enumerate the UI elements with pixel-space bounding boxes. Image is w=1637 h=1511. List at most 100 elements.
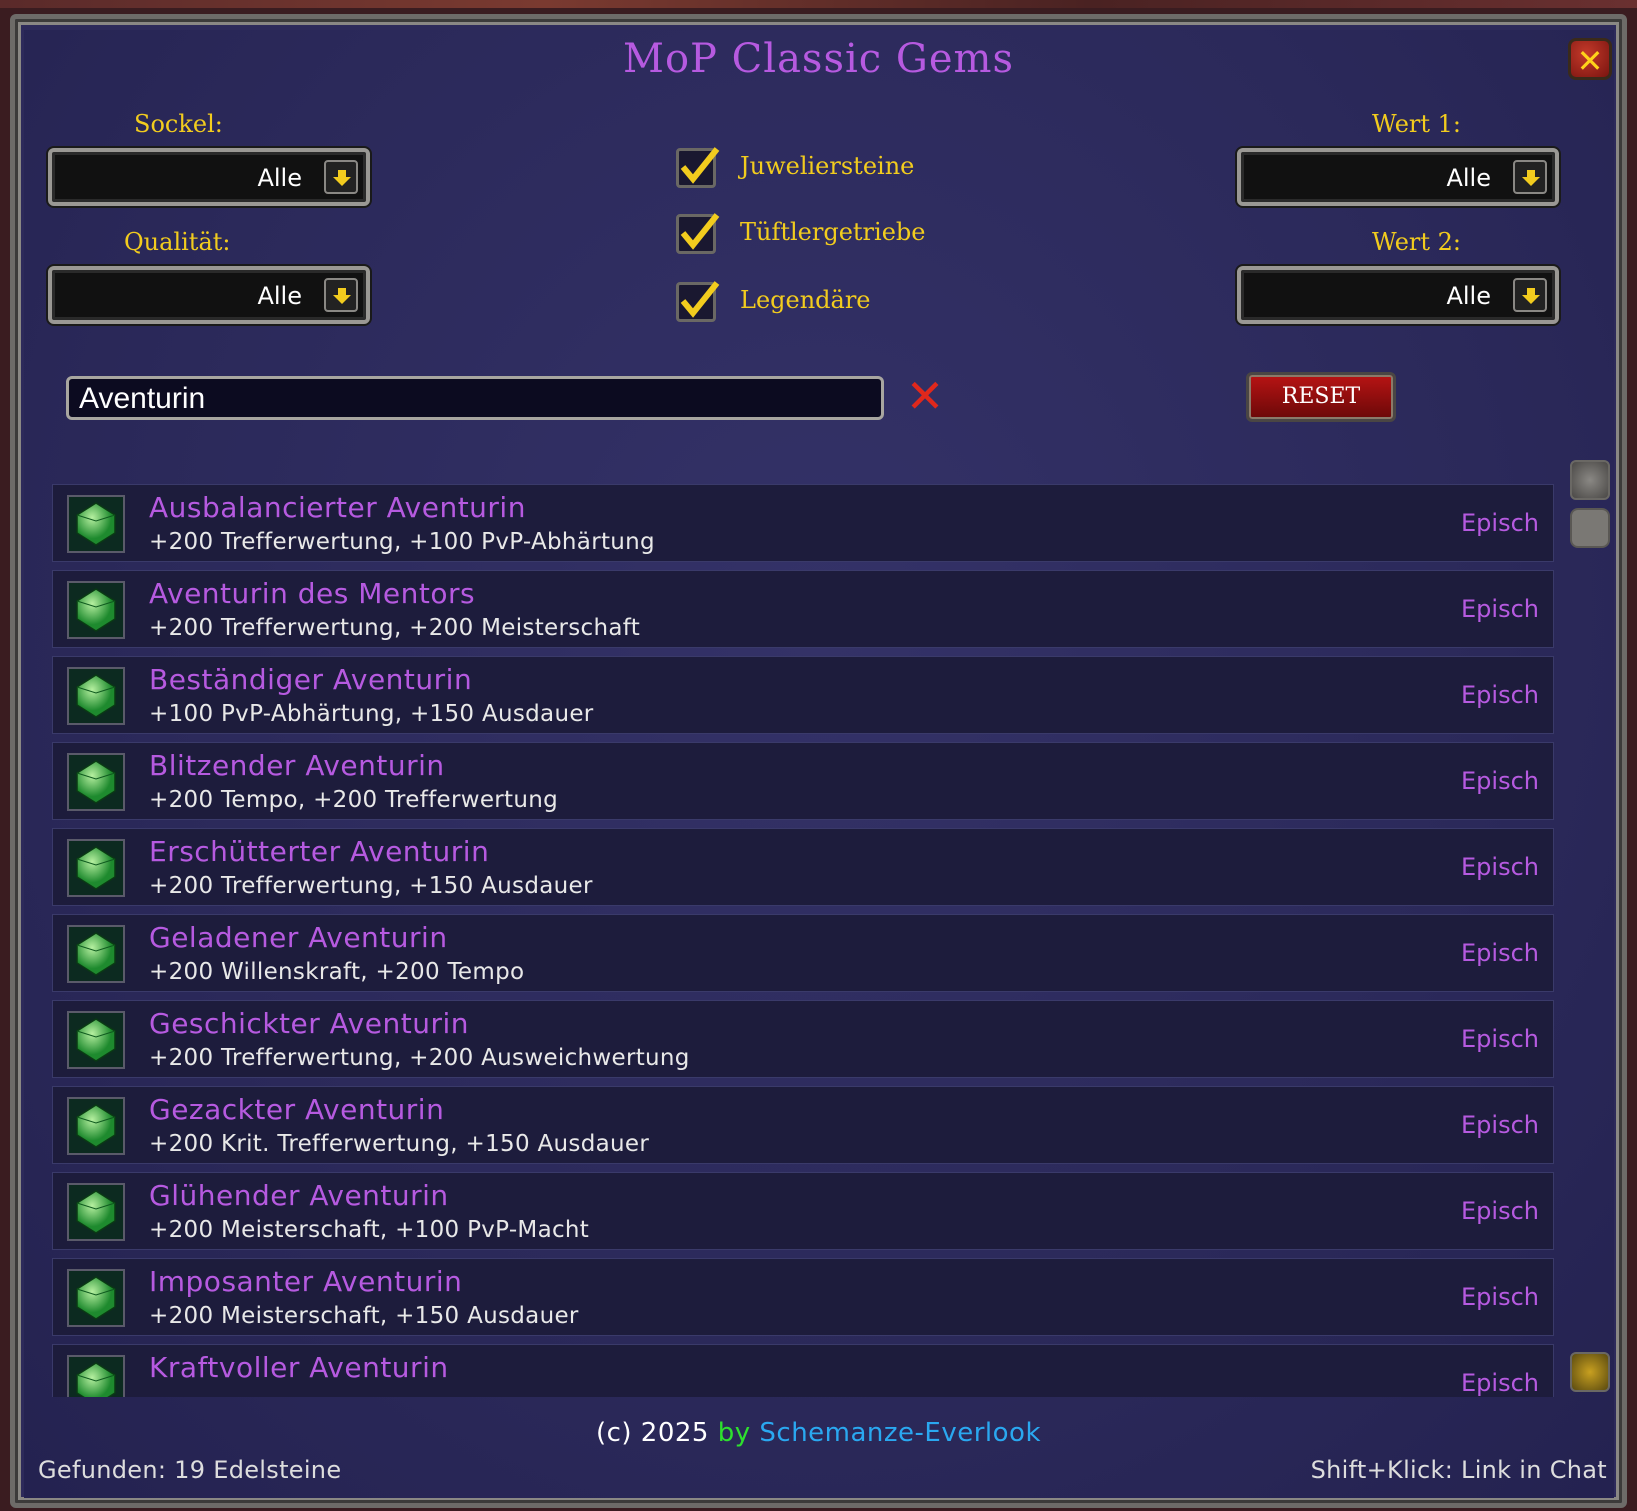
wert2-label: Wert 2: (1372, 228, 1462, 256)
arrow-down-icon (333, 170, 351, 186)
gem-name: Geschickter Aventurin (149, 1007, 469, 1040)
gem-stats: +200 Trefferwertung, +200 Meisterschaft (149, 615, 641, 641)
gem-name: Glühender Aventurin (149, 1179, 449, 1212)
found-count: Gefunden: 19 Edelsteine (38, 1456, 342, 1484)
checkbox-label-juweliersteine: Juweliersteine (740, 152, 915, 180)
gem-row[interactable]: Geschickter Aventurin +200 Trefferwertung… (52, 1000, 1554, 1078)
gem-quality: Episch (1461, 681, 1539, 709)
gem-row[interactable]: Kraftvoller Aventurin Episch (52, 1344, 1554, 1397)
gem-name: Aventurin des Mentors (149, 577, 476, 610)
wert2-dropdown[interactable]: Alle (1237, 266, 1559, 324)
checkbox-legendaere[interactable] (676, 281, 720, 322)
scroll-up-button[interactable] (1570, 460, 1610, 500)
wert2-dropdown-arrow[interactable] (1513, 278, 1547, 312)
gem-row[interactable]: Gezackter Aventurin +200 Krit. Trefferwer… (52, 1086, 1554, 1164)
gem-stats: +200 Tempo, +200 Trefferwertung (149, 787, 559, 813)
gem-icon (67, 925, 125, 983)
wert1-dropdown[interactable]: Alle (1237, 148, 1559, 206)
gem-name: Imposanter Aventurin (149, 1265, 463, 1298)
wert1-dropdown-arrow[interactable] (1513, 160, 1547, 194)
gem-icon (67, 753, 125, 811)
gem-name: Kraftvoller Aventurin (149, 1351, 449, 1384)
gem-quality: Episch (1461, 1283, 1539, 1311)
close-icon: ✕ (1576, 42, 1604, 80)
gem-quality: Episch (1461, 1111, 1539, 1139)
arrow-down-icon (333, 288, 351, 304)
gem-icon (67, 1097, 125, 1155)
qualitaet-value: Alle (257, 282, 302, 310)
gem-stats: +200 Meisterschaft, +150 Ausdauer (149, 1303, 579, 1329)
credit-by: by (717, 1418, 751, 1448)
gem-row[interactable]: Beständiger Aventurin +100 PvP-Abhärtung,… (52, 656, 1554, 734)
clear-icon: ✕ (905, 369, 945, 423)
arrow-down-icon (1522, 170, 1540, 186)
gem-icon (67, 1269, 125, 1327)
sockel-label: Sockel: (134, 110, 223, 138)
wert1-value: Alle (1446, 164, 1491, 192)
gem-icon (67, 1355, 125, 1397)
sockel-value: Alle (257, 164, 302, 192)
background-strip (0, 0, 1637, 8)
checkmark-icon (680, 147, 720, 184)
checkbox-juweliersteine[interactable] (676, 147, 720, 188)
gem-stats: +200 Meisterschaft, +100 PvP-Macht (149, 1217, 590, 1243)
credit-line: (c) 2025 by Schemanze-Everlook (0, 1418, 1637, 1448)
gem-row[interactable]: Blitzender Aventurin +200 Tempo, +200 Tre… (52, 742, 1554, 820)
checkbox-label-legendaere: Legendäre (740, 286, 871, 314)
gem-stats: +200 Krit. Trefferwertung, +150 Ausdauer (149, 1131, 650, 1157)
close-button[interactable]: ✕ (1568, 38, 1612, 80)
gem-icon (67, 1011, 125, 1069)
gem-name: Blitzender Aventurin (149, 749, 445, 782)
scroll-down-button[interactable] (1570, 1352, 1610, 1392)
credit-author: Schemanze-Everlook (759, 1418, 1042, 1448)
gem-name: Ausbalancierter Aventurin (149, 491, 526, 524)
scroll-thumb[interactable] (1570, 508, 1610, 548)
reset-button[interactable]: RESET (1246, 372, 1396, 422)
wert2-value: Alle (1446, 282, 1491, 310)
gem-quality: Episch (1461, 939, 1539, 967)
window-title: MoP Classic Gems (623, 36, 1014, 82)
qualitaet-dropdown-arrow[interactable] (324, 278, 358, 312)
gem-name: Geladener Aventurin (149, 921, 448, 954)
sockel-dropdown[interactable]: Alle (48, 148, 370, 206)
gem-name: Erschütterter Aventurin (149, 835, 490, 868)
checkbox-tueftlergetriebe[interactable] (676, 213, 720, 254)
qualitaet-dropdown[interactable]: Alle (48, 266, 370, 324)
gem-quality: Episch (1461, 1197, 1539, 1225)
gem-quality: Episch (1461, 1369, 1539, 1397)
checkmark-icon (680, 281, 720, 318)
clear-search-button[interactable]: ✕ (903, 373, 947, 420)
gem-quality: Episch (1461, 767, 1539, 795)
gem-stats: +200 Trefferwertung, +150 Ausdauer (149, 873, 593, 899)
gem-icon (67, 1183, 125, 1241)
gem-stats: +200 Trefferwertung, +100 PvP-Abhärtung (149, 529, 655, 555)
arrow-down-icon (1522, 288, 1540, 304)
gem-icon (67, 839, 125, 897)
gem-quality: Episch (1461, 509, 1539, 537)
gem-name: Gezackter Aventurin (149, 1093, 445, 1126)
checkbox-label-tueftlergetriebe: Tüftlergetriebe (740, 218, 926, 246)
gem-quality: Episch (1461, 595, 1539, 623)
wert1-label: Wert 1: (1372, 110, 1462, 138)
checkmark-icon (680, 213, 720, 250)
gem-row[interactable]: Erschütterter Aventurin +200 Trefferwertu… (52, 828, 1554, 906)
gem-row[interactable]: Imposanter Aventurin +200 Meisterschaft, … (52, 1258, 1554, 1336)
shift-click-hint: Shift+Klick: Link in Chat (1310, 1456, 1607, 1484)
gem-row[interactable]: Aventurin des Mentors +200 Trefferwertung… (52, 570, 1554, 648)
sockel-dropdown-arrow[interactable] (324, 160, 358, 194)
gem-row[interactable]: Glühender Aventurin +200 Meisterschaft, +… (52, 1172, 1554, 1250)
qualitaet-label: Qualität: (124, 228, 231, 256)
search-input[interactable]: Aventurin (66, 376, 884, 420)
gem-quality: Episch (1461, 853, 1539, 881)
gem-stats: +100 PvP-Abhärtung, +150 Ausdauer (149, 701, 594, 727)
gem-list: Ausbalancierter Aventurin +200 Trefferwer… (52, 484, 1556, 1397)
gem-row[interactable]: Geladener Aventurin +200 Willenskraft, +2… (52, 914, 1554, 992)
gem-name: Beständiger Aventurin (149, 663, 473, 696)
gem-row[interactable]: Ausbalancierter Aventurin +200 Trefferwer… (52, 484, 1554, 562)
gem-icon (67, 667, 125, 725)
gem-stats: +200 Willenskraft, +200 Tempo (149, 959, 525, 985)
gem-icon (67, 495, 125, 553)
credit-prefix: (c) 2025 (595, 1418, 709, 1448)
gem-quality: Episch (1461, 1025, 1539, 1053)
gem-stats: +200 Trefferwertung, +200 Ausweichwertun… (149, 1045, 690, 1071)
